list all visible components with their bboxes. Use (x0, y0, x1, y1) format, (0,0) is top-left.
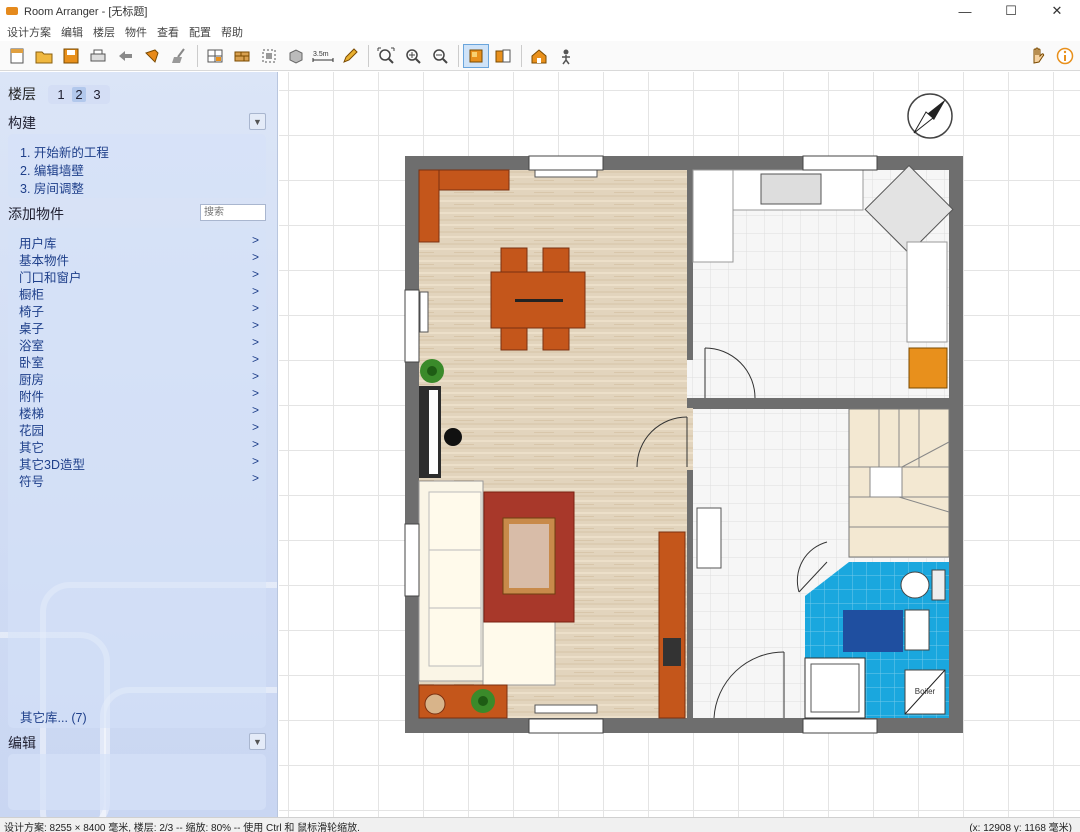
close-button[interactable]: ✕ (1034, 0, 1080, 22)
window-title: Room Arranger - [无标题] (24, 6, 148, 18)
status-text: 设计方案: 8255 × 8400 毫米, 楼层: 2/3 -- 缩放: 80%… (4, 823, 360, 832)
box-3d-icon[interactable] (283, 44, 309, 68)
print-icon[interactable] (85, 44, 111, 68)
app-icon (6, 7, 18, 15)
interior-wall[interactable] (687, 170, 693, 360)
floor-selector: 楼层 1 2 3 (8, 84, 110, 104)
view-3d-icon[interactable] (490, 44, 516, 68)
broom-icon[interactable] (166, 44, 192, 68)
menu-settings[interactable]: 配置 (186, 24, 218, 40)
plant-icon[interactable] (420, 359, 444, 383)
edit-title: 编辑 (8, 735, 36, 751)
undo-icon[interactable] (112, 44, 138, 68)
menu-floor[interactable]: 楼层 (90, 24, 122, 40)
grid-tool-icon[interactable] (202, 44, 228, 68)
search-input[interactable] (200, 204, 266, 221)
design-canvas[interactable]: Boiler (279, 72, 1080, 817)
category-symbols[interactable]: 符号 > (19, 471, 259, 490)
walkthrough-icon[interactable] (553, 44, 579, 68)
menu-design[interactable]: 设计方案 (4, 24, 58, 40)
save-icon[interactable] (58, 44, 84, 68)
maximize-button[interactable]: ☐ (988, 0, 1034, 22)
floor-tab-2[interactable]: 2 (72, 86, 86, 102)
measure-label: 3.5m (313, 51, 329, 58)
collapse-build-button[interactable]: ▼ (249, 113, 266, 130)
plant-icon[interactable] (471, 689, 495, 713)
view-2d-icon[interactable] (463, 43, 489, 68)
left-panel: 楼层 1 2 3 构建 ▼ 1. 开始新的工程 2. 编辑墙壁 3. 房间调整 … (0, 72, 278, 817)
staircase[interactable] (848, 408, 950, 558)
eyedropper-icon[interactable] (139, 44, 165, 68)
menu-edit[interactable]: 编辑 (58, 24, 90, 40)
collapse-edit-button[interactable]: ▼ (249, 733, 266, 750)
minimize-button[interactable]: — (942, 0, 988, 22)
menu-view[interactable]: 查看 (154, 24, 186, 40)
piano[interactable] (419, 386, 441, 478)
tv-cabinet[interactable] (658, 531, 686, 719)
build-step-walls[interactable]: 2. 编辑墙壁 (20, 160, 84, 179)
zoom-fit-icon[interactable] (373, 44, 399, 68)
chevron-right-icon: > (251, 471, 259, 485)
more-libraries-link[interactable]: 其它库... (7) (20, 707, 87, 726)
open-folder-icon[interactable] (31, 44, 57, 68)
coordinate-readout: (x: 12908 y: 1168 毫米) (969, 823, 1072, 832)
menu-bar: 设计方案 编辑 楼层 物件 查看 配置 帮助 (0, 22, 1080, 41)
house-3d-icon[interactable] (526, 44, 552, 68)
floors-label: 楼层 (8, 86, 36, 102)
stool[interactable] (444, 428, 462, 446)
bathroom[interactable]: Boiler (804, 562, 949, 719)
info-icon[interactable] (1052, 44, 1078, 68)
menu-objects[interactable]: 物件 (122, 24, 154, 40)
build-steps: 1. 开始新的工程 2. 编辑墙壁 3. 房间调整 (8, 134, 266, 198)
compass-icon[interactable] (907, 93, 953, 139)
menu-help[interactable]: 帮助 (218, 24, 250, 40)
pencil-icon[interactable] (337, 44, 363, 68)
floor-plan: Boiler (404, 93, 963, 734)
category-list: 用户库 > 基本物件 > 门口和窗户 > 橱柜 > 椅子 > 桌子 > 浴室 > 卧室 > 厨房… (8, 228, 266, 728)
build-step-rooms[interactable]: 3. 房间调整 (20, 178, 84, 197)
boiler-label: Boiler (915, 687, 936, 696)
floor-tab-1[interactable]: 1 (54, 87, 68, 102)
build-step-start[interactable]: 1. 开始新的工程 (20, 142, 109, 161)
floor-tab-3[interactable]: 3 (90, 87, 104, 102)
toolbar: 3.5m (0, 41, 1080, 71)
wall-tool-icon[interactable] (229, 44, 255, 68)
edit-panel (8, 754, 266, 810)
hand-icon[interactable] (1024, 44, 1050, 68)
zoom-in-icon[interactable] (400, 44, 426, 68)
new-file-icon[interactable] (4, 44, 30, 68)
add-objects-title: 添加物件 (8, 206, 64, 222)
measure-icon[interactable]: 3.5m (310, 44, 336, 68)
select-region-icon[interactable] (256, 44, 282, 68)
category-label: 符号 (19, 475, 45, 489)
title-bar: Room Arranger - [无标题] — ☐ ✕ (0, 0, 1080, 22)
rug[interactable] (483, 491, 575, 623)
status-bar: 设计方案: 8255 × 8400 毫米, 楼层: 2/3 -- 缩放: 80%… (0, 817, 1080, 832)
interior-wall[interactable] (687, 402, 949, 409)
build-title: 构建 (8, 115, 36, 131)
zoom-out-icon[interactable] (427, 44, 453, 68)
